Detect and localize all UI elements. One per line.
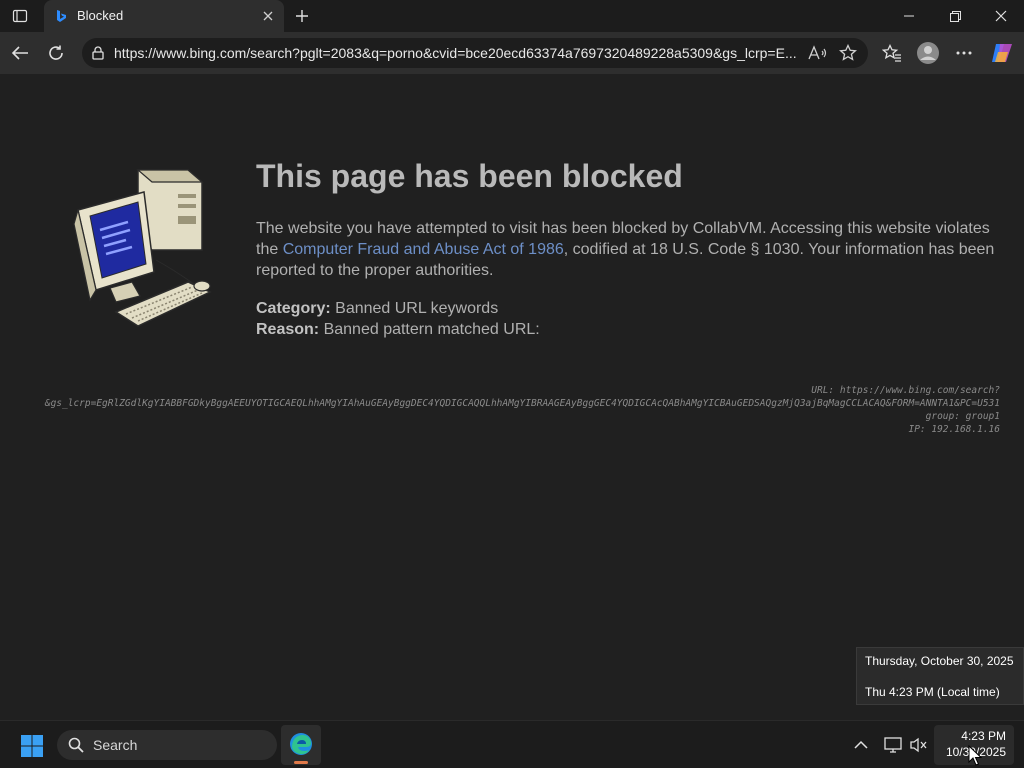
edge-icon (290, 733, 312, 755)
reason-label: Reason: (256, 321, 320, 338)
tab-title: Blocked (77, 8, 124, 23)
tab-active[interactable]: Blocked (44, 0, 284, 33)
bing-icon (54, 9, 68, 23)
blocked-page: This page has been blocked The website y… (4, 74, 1020, 716)
page-title: This page has been blocked (256, 158, 683, 194)
debug-ip-line: IP: 192.168.1.16 (908, 424, 1000, 435)
lock-icon[interactable] (90, 45, 106, 61)
network-icon[interactable] (883, 735, 903, 755)
taskbar-search[interactable]: Search (57, 730, 277, 760)
minimize-icon[interactable] (886, 0, 932, 32)
clock-tooltip: Thursday, October 30, 2025 Thu 4:23 PM (… (856, 647, 1024, 705)
chevron-up-icon[interactable] (851, 735, 871, 755)
copilot-icon[interactable] (988, 39, 1016, 67)
restore-icon[interactable] (932, 0, 978, 32)
category-row: Category: Banned URL keywords (256, 298, 540, 319)
more-options-icon[interactable] (950, 39, 978, 67)
close-window-icon[interactable] (978, 0, 1024, 32)
mouse-cursor-icon (968, 745, 982, 766)
favorite-star-icon[interactable] (838, 44, 858, 62)
windows-start-icon[interactable] (20, 734, 44, 758)
browser-toolbar: https://www.bing.com/search?pglt=2083&q=… (0, 32, 1024, 74)
cfaa-link[interactable]: Computer Fraud and Abuse Act of 1986 (283, 241, 564, 258)
address-bar[interactable]: https://www.bing.com/search?pglt=2083&q=… (82, 38, 868, 68)
category-label: Category: (256, 300, 331, 317)
search-label: Search (93, 737, 138, 753)
edge-taskbar-button[interactable] (281, 725, 321, 765)
tooltip-time: Thu 4:23 PM (Local time) (865, 685, 1000, 699)
block-details: Category: Banned URL keywords Reason: Ba… (256, 298, 540, 340)
clock-time: 4:23 PM (961, 729, 1006, 743)
close-tab-icon[interactable] (260, 8, 276, 24)
profile-avatar-icon[interactable] (914, 39, 942, 67)
debug-info: URL: https://www.bing.com/search? &gs_lc… (4, 384, 1000, 436)
reason-value: Banned pattern matched URL: (323, 321, 540, 338)
search-icon (68, 737, 84, 753)
debug-group-line: group: group1 (925, 411, 1000, 422)
block-description: The website you have attempted to visit … (256, 218, 996, 281)
running-indicator (294, 761, 308, 764)
refresh-icon[interactable] (42, 39, 70, 67)
volume-muted-icon[interactable] (909, 735, 929, 755)
debug-query-line: &gs_lcrp=EgRlZGdlKgYIABBFGDkyBggAEEUYOTI… (44, 398, 1000, 409)
debug-url-line: URL: https://www.bing.com/search? (811, 385, 1000, 396)
taskbar: Search 4:23 PM 10/30/2025 (0, 720, 1024, 768)
favorites-icon[interactable] (878, 39, 906, 67)
computer-illustration (73, 169, 212, 327)
category-value: Banned URL keywords (335, 300, 499, 317)
read-aloud-icon[interactable] (808, 44, 828, 62)
tab-actions-icon[interactable] (6, 4, 34, 28)
new-tab-icon[interactable] (290, 4, 314, 28)
url-text[interactable]: https://www.bing.com/search?pglt=2083&q=… (114, 45, 804, 61)
reason-row: Reason: Banned pattern matched URL: (256, 319, 540, 340)
tab-bar: Blocked (0, 0, 1024, 33)
back-icon[interactable] (6, 39, 34, 67)
tooltip-date: Thursday, October 30, 2025 (865, 654, 1014, 668)
